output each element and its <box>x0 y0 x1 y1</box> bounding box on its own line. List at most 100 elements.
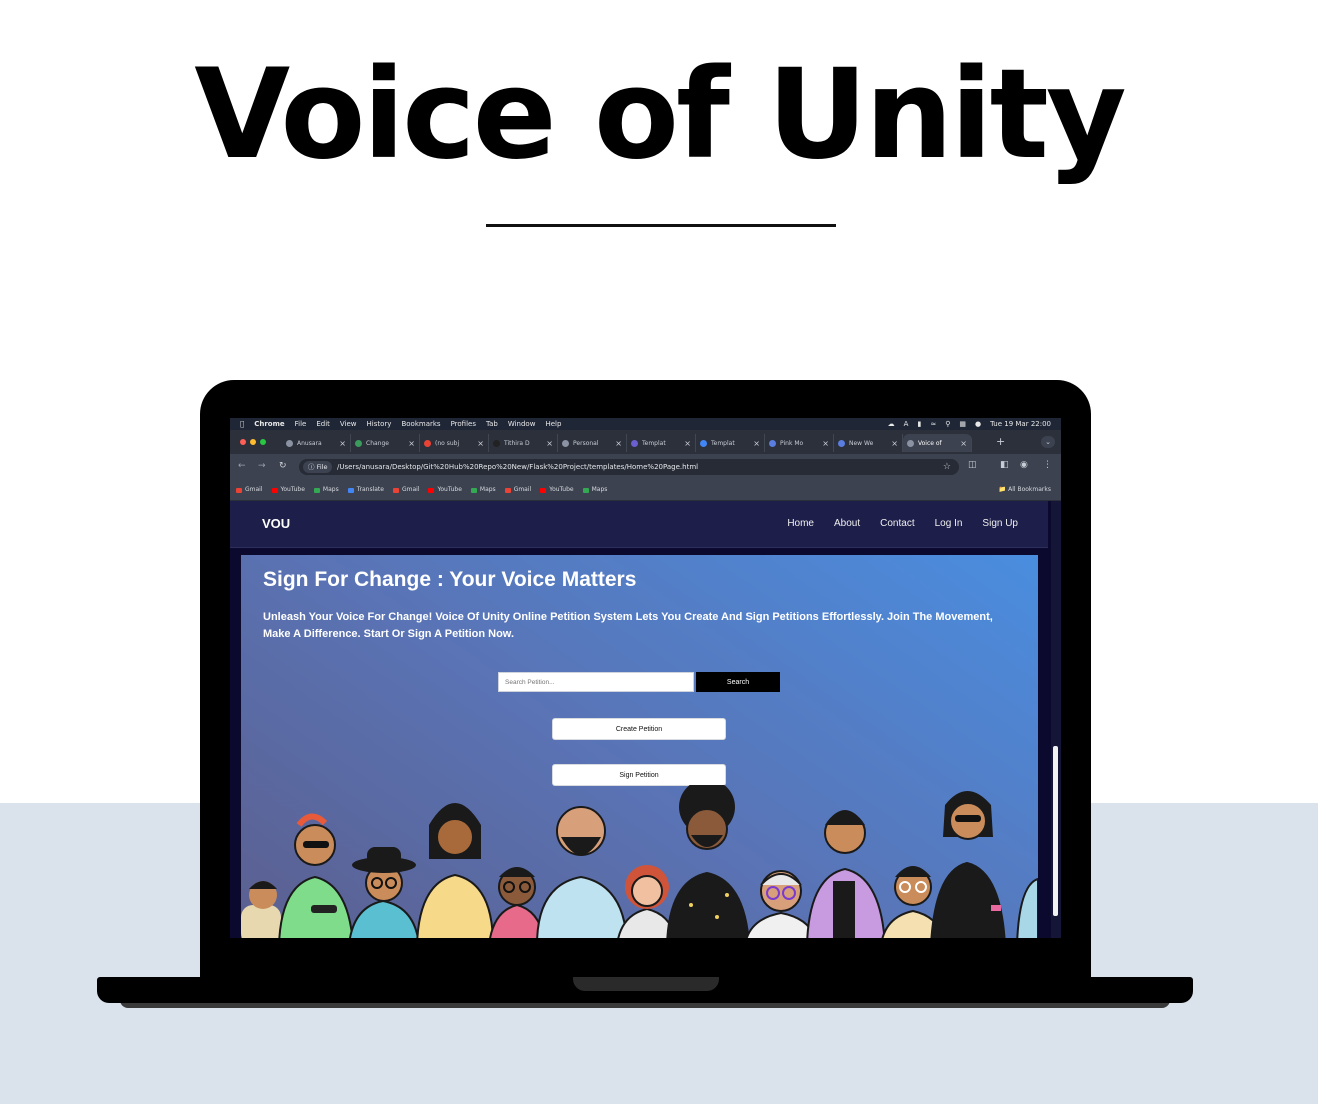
menubar-app-name[interactable]: Chrome <box>254 418 284 430</box>
illustration-person <box>416 803 494 938</box>
keyboard-input-icon[interactable]: A <box>904 418 909 430</box>
extensions-puzzle-icon[interactable]: ◫ <box>968 460 977 470</box>
browser-tab[interactable]: (no subj × <box>420 434 489 452</box>
bookmark-label: Gmail <box>401 486 420 493</box>
minimize-window-button[interactable] <box>250 439 256 445</box>
tab-favicon-icon <box>424 439 431 447</box>
apple-icon[interactable]:  <box>240 418 244 430</box>
menu-profiles[interactable]: Profiles <box>451 418 476 430</box>
siri-icon[interactable]: ● <box>975 418 981 430</box>
menu-help[interactable]: Help <box>545 418 561 430</box>
bookmark-link[interactable]: YouTube <box>428 480 462 500</box>
menu-edit[interactable]: Edit <box>316 418 330 430</box>
bookmark-link[interactable]: Gmail <box>236 480 263 500</box>
menu-view[interactable]: View <box>340 418 357 430</box>
tab-close-icon[interactable]: × <box>408 439 415 448</box>
forward-arrow-icon[interactable]: → <box>258 461 266 471</box>
nav-login-link[interactable]: Log In <box>935 518 963 529</box>
url-text[interactable]: /Users/anusara/Desktop/Git%20Hub%20Repo%… <box>337 459 698 475</box>
battery-icon[interactable]: ▮ <box>917 418 921 430</box>
illustration-person <box>666 785 750 938</box>
search-button[interactable]: Search <box>696 672 780 692</box>
nav-about-link[interactable]: About <box>834 518 860 529</box>
laptop-screen:  Chrome File Edit View History Bookmark… <box>230 418 1061 938</box>
tab-close-icon[interactable]: × <box>615 439 622 448</box>
spotlight-search-icon[interactable]: ⚲ <box>945 418 950 430</box>
profile-avatar-icon[interactable]: ◉ <box>1020 460 1028 470</box>
tab-close-icon[interactable]: × <box>891 439 898 448</box>
illustration-person <box>1016 877 1038 938</box>
bookmark-label: Gmail <box>513 486 532 493</box>
close-window-button[interactable] <box>240 439 246 445</box>
bookmark-favicon-icon <box>236 487 242 493</box>
browser-tab[interactable]: New We × <box>834 434 903 452</box>
bookmark-link[interactable]: Gmail <box>392 480 420 500</box>
browser-toolbar: ← → ↻ ⓘ File /Users/anusara/Desktop/Git%… <box>230 454 1061 480</box>
tab-close-icon[interactable]: × <box>822 439 829 448</box>
bookmark-label: YouTube <box>437 486 462 493</box>
browser-tab-active[interactable]: Voice of × <box>903 434 972 452</box>
bookmark-link[interactable]: YouTube <box>271 480 305 500</box>
menu-file[interactable]: File <box>295 418 307 430</box>
tab-search-chevron-icon[interactable]: ⌄ <box>1041 436 1055 448</box>
hero-description: Unleash Your Voice For Change! Voice Of … <box>263 611 993 640</box>
menu-tab[interactable]: Tab <box>486 418 498 430</box>
nav-contact-link[interactable]: Contact <box>880 518 914 529</box>
tab-close-icon[interactable]: × <box>960 439 967 448</box>
tab-close-icon[interactable]: × <box>753 439 760 448</box>
side-panel-icon[interactable]: ◧ <box>1000 460 1009 470</box>
bookmark-link[interactable]: Maps <box>582 480 608 500</box>
back-arrow-icon[interactable]: ← <box>238 461 246 471</box>
menubar-clock[interactable]: Tue 19 Mar 22:00 <box>990 418 1051 430</box>
menu-window[interactable]: Window <box>508 418 536 430</box>
menu-history[interactable]: History <box>367 418 392 430</box>
tab-close-icon[interactable]: × <box>477 439 484 448</box>
bookmark-favicon-icon <box>271 487 278 493</box>
address-bar[interactable]: ⓘ File /Users/anusara/Desktop/Git%20Hub%… <box>299 459 959 475</box>
bookmark-link[interactable]: Gmail <box>504 480 532 500</box>
bookmark-link[interactable]: Maps <box>470 480 496 500</box>
tab-favicon-icon <box>562 439 569 447</box>
bookmark-label: Maps <box>322 486 339 493</box>
bookmark-favicon-icon <box>582 487 589 493</box>
create-petition-button[interactable]: Create Petition <box>552 718 726 740</box>
illustration-person <box>278 813 354 938</box>
sign-petition-button[interactable]: Sign Petition <box>552 764 726 786</box>
wifi-icon[interactable]: ≈ <box>930 418 936 430</box>
illustration-person <box>930 791 1006 938</box>
browser-tab[interactable]: Change × <box>351 434 420 452</box>
cloud-icon[interactable]: ☁ <box>888 418 895 430</box>
bookmark-link[interactable]: Translate <box>347 480 384 500</box>
nav-home-link[interactable]: Home <box>787 518 814 529</box>
illustration-person <box>349 847 419 938</box>
reload-icon[interactable]: ↻ <box>279 461 287 471</box>
zoom-window-button[interactable] <box>260 439 266 445</box>
site-logo[interactable]: VOU <box>262 516 290 531</box>
control-center-icon[interactable]: ▦ <box>959 418 966 430</box>
browser-tab[interactable]: Templat × <box>696 434 765 452</box>
browser-tab[interactable]: Tithira D × <box>489 434 558 452</box>
tab-favicon-icon <box>769 439 776 447</box>
kebab-menu-icon[interactable]: ⋮ <box>1043 460 1052 470</box>
scrollbar-thumb[interactable] <box>1053 746 1058 916</box>
file-scheme-chip[interactable]: ⓘ File <box>303 461 333 473</box>
bookmark-link[interactable]: Maps <box>313 480 339 500</box>
bookmark-star-icon[interactable]: ☆ <box>943 459 951 475</box>
tab-favicon-icon <box>355 439 362 447</box>
page-scrollbar[interactable] <box>1051 501 1061 938</box>
nav-signup-link[interactable]: Sign Up <box>982 518 1018 529</box>
tab-close-icon[interactable]: × <box>684 439 691 448</box>
petition-search-input[interactable] <box>498 672 694 692</box>
bookmark-label: Maps <box>591 486 608 493</box>
tab-close-icon[interactable]: × <box>546 439 553 448</box>
bookmark-link[interactable]: YouTube <box>540 480 574 500</box>
new-tab-plus-icon[interactable]: + <box>996 435 1005 448</box>
browser-tab[interactable]: Anusara × <box>282 434 351 452</box>
browser-tab[interactable]: Pink Mo × <box>765 434 834 452</box>
laptop-notch <box>573 977 719 991</box>
all-bookmarks-link[interactable]: 📁 All Bookmarks <box>999 480 1051 500</box>
tab-close-icon[interactable]: × <box>339 439 346 448</box>
browser-tab[interactable]: Templat × <box>627 434 696 452</box>
browser-tab[interactable]: Personal × <box>558 434 627 452</box>
menu-bookmarks[interactable]: Bookmarks <box>401 418 440 430</box>
